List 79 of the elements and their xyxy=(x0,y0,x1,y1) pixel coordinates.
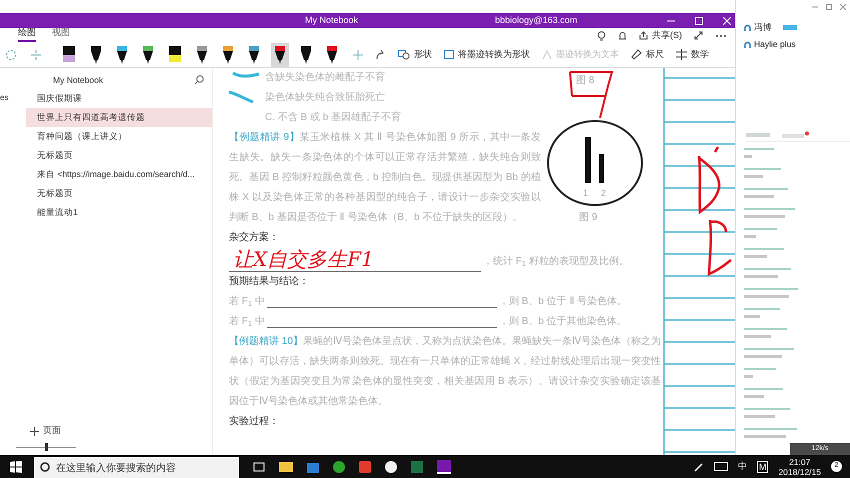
zoom-slider[interactable] xyxy=(16,443,76,451)
ruler-icon[interactable] xyxy=(631,49,642,60)
ribbon-button[interactable]: 数学 xyxy=(676,48,709,62)
page-item[interactable]: 能量流动1 xyxy=(26,203,212,222)
account-name: bbbiology@163.com xyxy=(495,14,578,27)
section-label[interactable]: es xyxy=(0,92,8,104)
section-heading: 预期结果与结论： xyxy=(229,274,309,289)
option-text: C. 不含 B 或 b 基因雄配子不育 xyxy=(265,110,402,125)
page-item[interactable]: 育种问题（课上讲义） xyxy=(26,127,212,146)
chromosome-label: 1 xyxy=(583,187,588,200)
input-method-label[interactable]: 中 xyxy=(738,460,747,474)
pen-tool[interactable] xyxy=(271,42,289,66)
spreadsheet-icon[interactable] xyxy=(411,460,423,472)
ink-replay-icon[interactable] xyxy=(375,48,386,60)
participant-name: Haylie plus xyxy=(744,38,796,50)
ink-stroke xyxy=(568,70,614,120)
plus-icon[interactable] xyxy=(30,426,39,436)
add-page-button[interactable]: 页面 xyxy=(30,423,61,439)
figure-caption: 图 9 xyxy=(579,211,598,225)
lasso-icon[interactable] xyxy=(5,48,17,60)
app-icon[interactable] xyxy=(333,460,345,472)
folder-icon[interactable] xyxy=(279,461,293,472)
insert-space-icon[interactable] xyxy=(31,48,41,60)
page-item[interactable]: 国庆假期课 xyxy=(26,89,212,108)
participant-name: 冯博 xyxy=(744,21,797,34)
input-mode-label[interactable]: M xyxy=(756,460,768,472)
notebook-app-icon[interactable] xyxy=(437,460,451,474)
share-button[interactable]: 共享(S) xyxy=(639,29,682,42)
search-icon[interactable] xyxy=(194,75,204,85)
notebook-title: My Notebook xyxy=(53,74,104,86)
fill-in-label: ，则 B、b 位于其他染色体。 xyxy=(498,314,627,329)
pen-icon[interactable] xyxy=(694,462,704,472)
ribbon-tab[interactable]: 绘图 xyxy=(18,26,36,42)
option-text: 染色体缺失纯合致胚胎死亡 xyxy=(265,90,385,105)
question-paragraph: 【例题精讲 9】某玉米植株 X 其 Ⅱ 号染色体如图 9 所示，其中一条发生缺失。缺失一条染色体的个体可以正常存活并繁殖，缺失纯合则致死。基因 B 控制籽粒颜色黄色，b 控制白色。现提供基因型为 Bb 的植株 X 以及染色体正常的各种基因型的纯合子，请设计一步杂交实验以判断 B、b 基因是否位于 Ⅱ 号染色体（B、b 不位于缺失的区段）。 xyxy=(229,130,541,225)
bell-icon[interactable] xyxy=(618,30,627,41)
qa-tab-icon[interactable] xyxy=(782,130,810,138)
cortana-icon[interactable] xyxy=(40,462,50,472)
page-item[interactable]: 世界上只有四道高考遗传题 xyxy=(26,108,212,127)
square-icon[interactable] xyxy=(444,50,454,59)
slider-thumb[interactable] xyxy=(44,443,48,451)
handwritten-answer: 让X自交多生F1 xyxy=(229,248,481,272)
ink-stroke xyxy=(707,218,733,276)
taskbar-search-field[interactable]: 在这里输入你要搜索的内容 xyxy=(34,457,239,478)
ink-stroke xyxy=(227,90,255,104)
headset-icon xyxy=(744,24,751,31)
window-title: My Notebook xyxy=(305,14,358,27)
shapes-icon[interactable] xyxy=(398,50,410,60)
fill-in-label: ，则 B、b 位于 Ⅱ 号染色体。 xyxy=(498,294,628,309)
windows-start-icon[interactable] xyxy=(10,460,22,472)
ribbon-button[interactable]: 形状 xyxy=(398,48,432,62)
fill-in-label: 若 F$_{1}$ 中 xyxy=(229,314,265,330)
page-item[interactable]: 无标题页 xyxy=(26,184,212,203)
share-icon[interactable] xyxy=(639,31,648,40)
keyboard-icon[interactable] xyxy=(714,462,728,471)
expand-icon[interactable] xyxy=(694,31,703,40)
option-text: 含缺失染色体的雌配子不育 xyxy=(265,70,385,85)
math-icon[interactable] xyxy=(676,49,687,60)
page-item[interactable]: 无标题页 xyxy=(26,146,212,165)
page-item[interactable]: 来自 <https://image.baidu.com/search/d... xyxy=(26,165,212,184)
section-heading: 杂交方案： xyxy=(229,230,279,245)
ink-stroke xyxy=(696,146,722,214)
app-icon[interactable] xyxy=(385,460,397,472)
ribbon-tab[interactable]: 视图 xyxy=(52,26,70,42)
clock-time[interactable]: 21:07 xyxy=(789,456,810,466)
section-heading: 实验过程： xyxy=(229,414,279,429)
figure-caption: 图 8 xyxy=(576,75,594,87)
lightbulb-icon[interactable] xyxy=(597,30,606,41)
fill-in-label: 若 F$_{1}$ 中 xyxy=(229,294,265,310)
fill-in-label: ，统计 F$_{1}$ 籽粒的表现型及比例。 xyxy=(483,254,629,270)
headset-icon xyxy=(744,40,751,48)
task-view-icon[interactable] xyxy=(253,462,265,472)
more-icon[interactable] xyxy=(715,34,727,38)
ribbon-button[interactable]: 标尺 xyxy=(631,48,664,62)
ribbon-button[interactable]: 将墨迹转换为形状 xyxy=(444,48,530,62)
question-paragraph: 【例题精讲 10】果蝇的Ⅳ号染色体呈点状，又称为点状染色体。果蝇缺失一条Ⅳ号染色体（称之为单体）可以存活，缺失两条则致死。现在有一只单体的正常雄蝇 X，经过射线处理后出现一突变性状（假定为基因突变且为常染色体的显性突变，相关基因用 B 表示）。请设计杂交实验确定该基因位于Ⅳ号染色体或其他常染色体。 xyxy=(229,334,661,409)
clock-date[interactable]: 2018/12/15 xyxy=(778,466,821,476)
chromosome-label: 2 xyxy=(601,187,606,200)
ink-stroke xyxy=(231,70,261,79)
